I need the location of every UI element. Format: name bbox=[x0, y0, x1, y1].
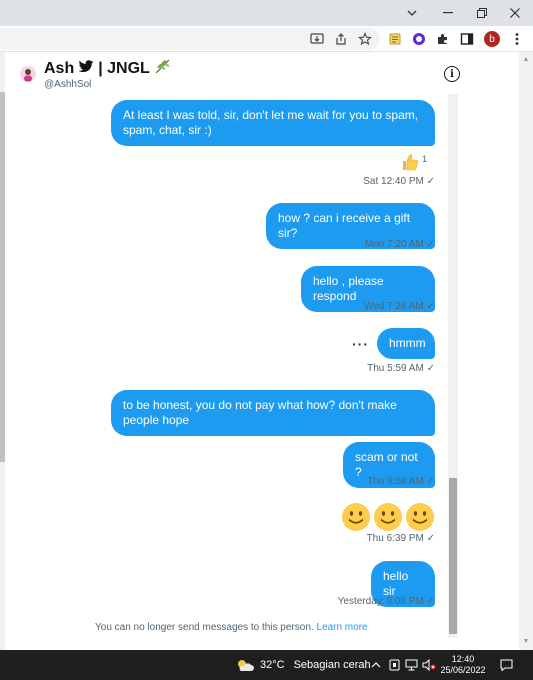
timestamp-text: Thu 5:59 AM bbox=[367, 363, 424, 374]
timestamp-text: Thu 9:58 AM bbox=[367, 476, 424, 487]
clock[interactable]: 12:40 25/06/2022 bbox=[440, 650, 486, 680]
install-app-icon[interactable] bbox=[308, 30, 326, 48]
weather-temp: 32°C bbox=[260, 659, 285, 671]
message-timestamp: Thu 6:39 PM ✓ bbox=[300, 533, 435, 544]
reaction-count: 1 bbox=[422, 154, 428, 164]
slightly-smiling-face-icon[interactable] bbox=[373, 502, 403, 532]
partly-cloudy-icon bbox=[238, 660, 254, 671]
show-hidden-icons-chevron-icon[interactable] bbox=[371, 650, 381, 680]
contact-name-row[interactable]: Ash | JNGL bbox=[44, 58, 172, 79]
minimize-button[interactable] bbox=[430, 0, 466, 26]
profile-avatar[interactable]: b bbox=[483, 30, 501, 48]
timestamp-text: Sat 12:40 PM bbox=[363, 176, 424, 187]
timestamp-text: Thu 6:39 PM bbox=[366, 533, 424, 544]
contact-handle[interactable]: @AshhSol bbox=[44, 79, 91, 90]
sent-check-icon: ✓ bbox=[426, 301, 435, 312]
clock-time: 12:40 bbox=[451, 654, 475, 664]
bird-icon bbox=[78, 59, 94, 78]
thumbs-up-icon bbox=[403, 154, 418, 171]
message-reaction[interactable]: 1 bbox=[400, 152, 427, 172]
message-timestamp: Thu 5:59 AM ✓ bbox=[300, 363, 435, 374]
tablet-icon[interactable] bbox=[389, 650, 400, 680]
slightly-smiling-face-icon[interactable] bbox=[341, 502, 371, 532]
message-text: hello sir bbox=[383, 569, 409, 598]
conversation-header: Ash | JNGL @AshhSol i bbox=[14, 52, 460, 100]
message-timestamp: Mon 7:20 AM ✓ bbox=[300, 239, 435, 250]
sent-check-icon: ✓ bbox=[426, 476, 435, 487]
sent-check-icon: ✓ bbox=[426, 176, 435, 187]
left-scrollbar-thumb[interactable] bbox=[0, 92, 5, 462]
profile-letter: b bbox=[484, 31, 500, 47]
message-text: hmmm bbox=[389, 336, 426, 350]
sent-check-icon: ✓ bbox=[426, 533, 435, 544]
scroll-up-arrow-icon[interactable]: ▲ bbox=[522, 56, 530, 64]
message-timestamp: Sat 12:40 PM ✓ bbox=[300, 176, 435, 187]
timestamp-text: Mon 7:20 AM bbox=[364, 239, 424, 250]
message-text: how ? can i receive a gift sir? bbox=[278, 211, 411, 240]
notice-text: You can no longer send messages to this … bbox=[95, 622, 314, 633]
message-timestamp: Yesterday, 9:06 PM ✓ bbox=[300, 596, 435, 607]
volume-muted-icon[interactable] bbox=[422, 650, 436, 680]
window-titlebar bbox=[0, 0, 533, 26]
restore-button[interactable] bbox=[464, 0, 500, 26]
timestamp-text: Yesterday, 9:06 PM bbox=[337, 596, 424, 607]
weather-widget[interactable]: 32°C Sebagian cerah bbox=[236, 650, 371, 680]
timestamp-text: Wed 7:26 AM bbox=[363, 301, 424, 312]
contact-avatar[interactable] bbox=[20, 66, 36, 82]
close-window-button[interactable] bbox=[497, 0, 533, 26]
side-panel-icon[interactable] bbox=[458, 30, 476, 48]
sent-check-icon: ✓ bbox=[426, 596, 435, 607]
left-scrollbar[interactable] bbox=[0, 52, 5, 650]
message-text: to be honest, you do not pay what how? d… bbox=[123, 398, 397, 427]
page-scrollbar[interactable]: ▲ ▼ bbox=[519, 52, 533, 650]
extensions-puzzle-icon[interactable] bbox=[434, 30, 452, 48]
message-bubble[interactable]: hmmm bbox=[377, 328, 435, 359]
sent-check-icon: ✓ bbox=[426, 363, 435, 374]
message-timestamp: Wed 7:26 AM ✓ bbox=[300, 301, 435, 312]
message-text: hello , please respond bbox=[313, 274, 384, 303]
notifications-icon[interactable] bbox=[500, 650, 513, 680]
tab-search-chevron-icon[interactable] bbox=[394, 0, 430, 26]
bookmark-star-icon[interactable] bbox=[356, 30, 374, 48]
page-content: Ash | JNGL @AshhSol i At least I was tol… bbox=[0, 52, 533, 650]
contact-name: Ash bbox=[44, 59, 75, 77]
message-text: At least I was told, sir, don't let me w… bbox=[123, 108, 419, 137]
message-bubble[interactable]: At least I was told, sir, don't let me w… bbox=[111, 100, 435, 146]
dm-disabled-notice: You can no longer send messages to this … bbox=[95, 622, 368, 633]
conversation-scrollbar-thumb[interactable] bbox=[449, 478, 457, 634]
message-bubble[interactable]: to be honest, you do not pay what how? d… bbox=[111, 390, 435, 436]
message-text: scam or not ? bbox=[355, 450, 418, 479]
message-timestamp: Thu 9:58 AM ✓ bbox=[300, 476, 435, 487]
scroll-down-arrow-icon[interactable]: ▼ bbox=[522, 638, 530, 646]
network-icon[interactable] bbox=[405, 650, 418, 680]
contact-name-suffix: | JNGL bbox=[98, 59, 150, 77]
conversation-scrollbar[interactable] bbox=[448, 94, 458, 638]
clock-date: 25/06/2022 bbox=[440, 665, 486, 675]
weather-text: Sebagian cerah bbox=[293, 659, 371, 671]
learn-more-link[interactable]: Learn more bbox=[316, 622, 367, 633]
sent-check-icon: ✓ bbox=[426, 239, 435, 250]
share-icon[interactable] bbox=[332, 30, 350, 48]
windows-taskbar: 32°C Sebagian cerah 12:40 25/06/2022 bbox=[0, 650, 533, 680]
browser-toolbar: b bbox=[0, 26, 533, 52]
extension-notes-icon[interactable] bbox=[386, 30, 404, 48]
browser-menu-icon[interactable] bbox=[508, 30, 526, 48]
herb-icon bbox=[154, 58, 172, 79]
extension-purple-icon[interactable] bbox=[410, 30, 428, 48]
conversation-info-icon[interactable]: i bbox=[444, 66, 460, 82]
more-options-icon[interactable]: ··· bbox=[352, 336, 369, 352]
slightly-smiling-face-icon[interactable] bbox=[405, 502, 435, 532]
